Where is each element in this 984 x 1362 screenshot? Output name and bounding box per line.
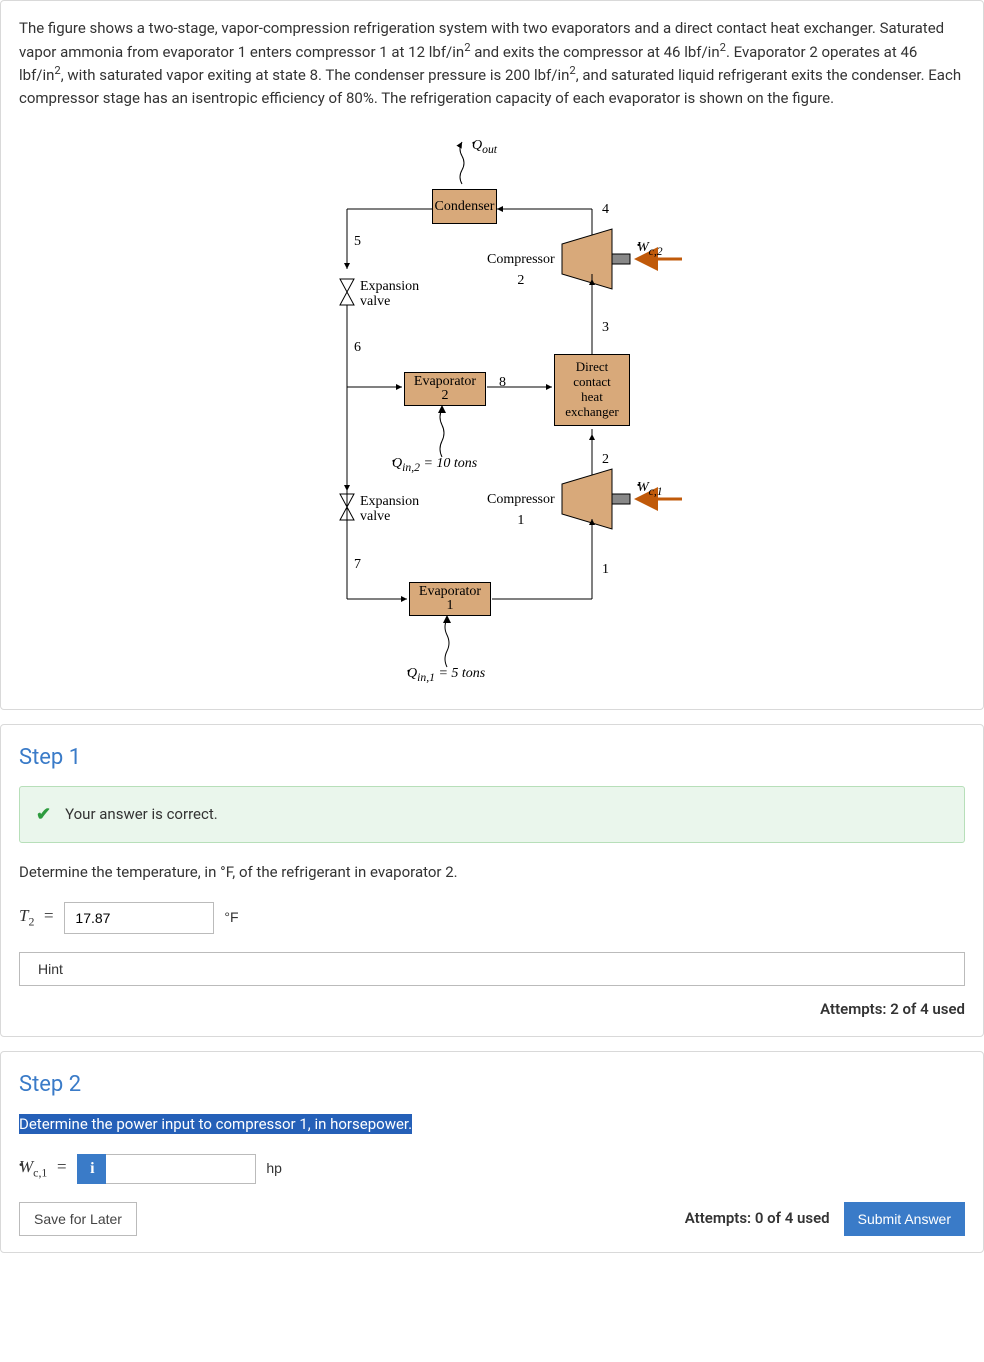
wc1-input[interactable] <box>106 1154 256 1184</box>
step-2-card: Step 2 Determine the power input to comp… <box>0 1051 984 1253</box>
dche-box: Directcontactheatexchanger <box>554 354 630 426</box>
wc2-label: Wc,2 <box>637 237 663 260</box>
qout-label: Qout <box>472 135 497 158</box>
state-2: 2 <box>602 449 609 470</box>
correct-alert: ✔ Your answer is correct. <box>19 786 965 843</box>
state-4: 4 <box>602 199 609 220</box>
info-icon[interactable]: i <box>77 1154 107 1184</box>
problem-card: The figure shows a two-stage, vapor-comp… <box>0 0 984 710</box>
t2-unit: °F <box>224 907 238 928</box>
step-1-card: Step 1 ✔ Your answer is correct. Determi… <box>0 724 984 1037</box>
alert-text: Your answer is correct. <box>65 803 218 826</box>
step-1-title: Step 1 <box>1 725 983 786</box>
t2-var: T2 = <box>19 903 54 931</box>
state-6: 6 <box>354 337 361 358</box>
step-2-question: Determine the power input to compressor … <box>1 1113 983 1154</box>
state-1: 1 <box>602 559 609 580</box>
wc1-var: Wc,1 = <box>19 1154 67 1182</box>
step-2-question-text: Determine the power input to compressor … <box>19 1114 412 1134</box>
step-1-attempts: Attempts: 2 of 4 used <box>1 998 983 1037</box>
submit-answer-button[interactable]: Submit Answer <box>844 1202 965 1236</box>
problem-text: The figure shows a two-stage, vapor-comp… <box>19 17 965 109</box>
check-icon: ✔ <box>36 801 51 828</box>
step-1-question: Determine the temperature, in °F, of the… <box>1 861 983 902</box>
step-2-attempts: Attempts: 0 of 4 used <box>685 1207 830 1230</box>
step-1-answer-row: T2 = °F <box>1 902 983 952</box>
qin1-label: Qin,1 = 5 tons <box>407 663 485 686</box>
step-2-title: Step 2 <box>1 1052 983 1113</box>
exp-valve-1: Expansionvalve <box>360 279 430 310</box>
save-for-later-button[interactable]: Save for Later <box>19 1202 137 1236</box>
state-3: 3 <box>602 317 609 338</box>
condenser-box: Condenser <box>432 189 497 224</box>
wc1-label: Wc,1 <box>637 477 663 500</box>
compressor-2-label: Compressor2 <box>487 249 555 291</box>
compressor-1-label: Compressor1 <box>487 489 555 531</box>
wc1-unit: hp <box>266 1158 282 1179</box>
state-8: 8 <box>499 372 506 393</box>
state-7: 7 <box>354 554 361 575</box>
qin2-label: Qin,2 = 10 tons <box>392 453 477 476</box>
exp-valve-2: Expansionvalve <box>360 494 430 525</box>
system-diagram: Condenser Qout 5 4 Expansionvalve Wc,2 C… <box>292 129 692 689</box>
t2-input[interactable] <box>64 902 214 934</box>
step-2-answer-row: Wc,1 = i hp <box>1 1154 983 1202</box>
hint-button[interactable]: Hint <box>19 952 965 986</box>
evaporator-1-box: Evaporator1 <box>409 582 491 616</box>
evaporator-2-box: Evaporator2 <box>404 372 486 406</box>
state-5: 5 <box>354 231 361 252</box>
